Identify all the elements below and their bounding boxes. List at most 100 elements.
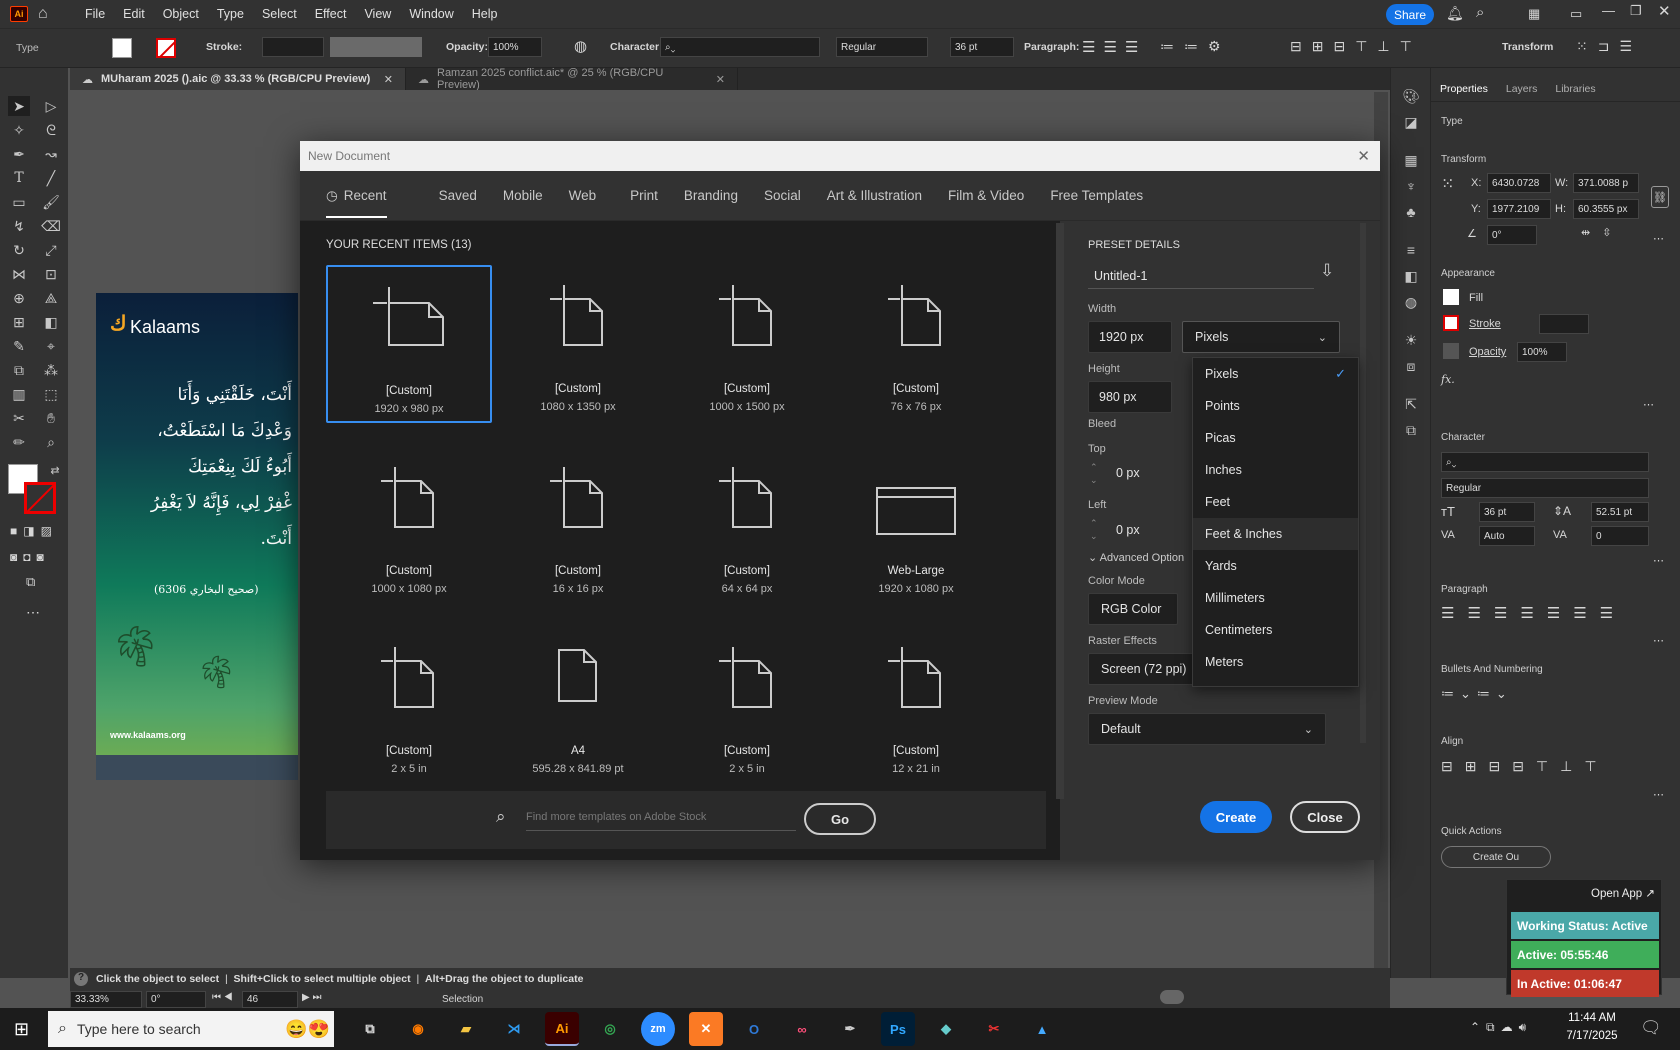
tab-saved[interactable]: Saved [439, 188, 477, 203]
export-icon[interactable]: ⇱ [1400, 394, 1422, 414]
shaper-tool-icon[interactable]: ↯ [8, 216, 30, 236]
paragraph-align-icons[interactable]: ☰☰☰ [1082, 38, 1146, 56]
kerning-field[interactable]: Auto [1479, 526, 1535, 546]
tab-properties[interactable]: Properties [1431, 83, 1497, 95]
zoom-field[interactable]: 33.33% [70, 991, 142, 1008]
chrome-icon[interactable]: ◎ [593, 1012, 627, 1046]
close-tab-icon[interactable]: ✕ [716, 73, 725, 86]
selection-tool-icon[interactable]: ➤ [8, 96, 30, 116]
close-window-icon[interactable]: ✕ [1658, 2, 1671, 20]
recent-item-card[interactable]: [Custom] 12 x 21 in [833, 627, 999, 785]
h-field[interactable]: 60.3555 px [1573, 199, 1639, 219]
graph-tool-icon[interactable]: ▥ [8, 384, 30, 404]
pen-tool-icon[interactable]: ✒ [8, 144, 30, 164]
constrain-link-icon[interactable]: ⛓ [1651, 186, 1669, 208]
document-name-input[interactable]: Untitled-1 [1088, 259, 1314, 289]
swap-colors-icon[interactable]: ⇄ [44, 460, 66, 480]
stroke-panel-icon[interactable]: ≡ [1400, 240, 1422, 260]
task-view-icon[interactable]: ⧉ [353, 1012, 387, 1046]
type-tool-icon[interactable]: T [8, 168, 30, 188]
align-object-icons[interactable]: ⊟⊞⊟⊤⊥⊤ [1290, 38, 1422, 55]
recent-item-card[interactable]: [Custom] 2 x 5 in [664, 627, 830, 785]
pen-app-icon[interactable]: ✒ [833, 1012, 867, 1046]
artboard-tool-icon[interactable]: ⬚ [40, 384, 62, 404]
variable-width-profile[interactable] [330, 37, 422, 57]
w-field[interactable]: 371.0088 p [1573, 173, 1639, 193]
create-button[interactable]: Create [1200, 801, 1272, 833]
advanced-options-toggle[interactable]: ⌄ Advanced Option [1088, 551, 1184, 564]
magic-wand-icon[interactable]: ✧ [8, 120, 30, 140]
zoom-tool-icon[interactable]: ⌕ [40, 432, 62, 452]
photoshop-icon[interactable]: Ps [881, 1012, 915, 1046]
color-mode-dropdown[interactable]: RGB Color [1088, 593, 1178, 625]
opacity-link[interactable]: Opacity [1469, 346, 1506, 358]
menu-edit[interactable]: Edit [114, 7, 154, 21]
home-icon[interactable]: ⌂ [38, 5, 48, 23]
vscode-icon[interactable]: ⋊ [497, 1012, 531, 1046]
unit-option-feet-inches[interactable]: Feet & Inches [1193, 518, 1358, 550]
pencil-tool-icon[interactable]: ✏ [8, 432, 30, 452]
unit-option-inches[interactable]: Inches [1193, 454, 1358, 486]
color-panel-icon[interactable]: 🎨︎ [1400, 86, 1422, 106]
tab-branding[interactable]: Branding [684, 188, 738, 203]
workspace-icon[interactable]: ▦ [1528, 6, 1540, 22]
stroke-weight-field[interactable] [262, 37, 324, 57]
photos-icon[interactable]: ▲ [1025, 1012, 1059, 1046]
x-field[interactable]: 6430.0728 [1487, 173, 1551, 193]
firefox-icon[interactable]: ◉ [401, 1012, 435, 1046]
tracking-field[interactable]: 0 [1591, 526, 1649, 546]
font-family-field[interactable]: ⌕⌄ [1441, 452, 1649, 472]
width-input[interactable]: 1920 px [1088, 321, 1172, 353]
gem-app-icon[interactable]: ◆ [929, 1012, 963, 1046]
bell-icon[interactable]: 🔔︎ [1446, 5, 1464, 22]
swatches-icon[interactable]: ▦ [1400, 150, 1422, 170]
save-preset-icon[interactable]: ⇩ [1320, 261, 1334, 281]
snip-tool-icon[interactable]: ✂ [977, 1012, 1011, 1046]
more-options-icon[interactable]: ⋯ [1653, 788, 1664, 801]
draw-mode-icons[interactable]: ◙◘◙ [10, 550, 50, 564]
doc-tab-muharam[interactable]: ☁ MUharam 2025 ().aic @ 33.33 % (RGB/CPU… [70, 68, 406, 90]
more-options-icon[interactable]: ⋯ [1653, 554, 1664, 567]
recent-item-card[interactable]: [Custom] 1000 x 1080 px [326, 447, 492, 605]
paintbrush-icon[interactable]: 🖌︎ [40, 192, 62, 212]
unit-option-points[interactable]: Points [1193, 390, 1358, 422]
stroke-color-box[interactable] [24, 482, 56, 514]
unit-option-meters[interactable]: Meters [1193, 646, 1358, 678]
doc-tab-ramzan[interactable]: ☁ Ramzan 2025 conflict.aic* @ 25 % (RGB/… [406, 67, 738, 91]
preview-mode-dropdown[interactable]: Default ⌄ [1088, 713, 1326, 745]
y-field[interactable]: 1977.2109 [1487, 199, 1551, 219]
tab-libraries[interactable]: Libraries [1546, 83, 1604, 95]
top-stepper-icon[interactable]: ⌃ ⌄ [1090, 461, 1098, 487]
paragraph-align-icons[interactable]: ☰☰☰☰☰☰☰ [1441, 604, 1626, 622]
stock-search-input[interactable]: Find more templates on Adobe Stock [526, 805, 796, 831]
menu-window[interactable]: Window [400, 7, 462, 21]
more-options-icon[interactable]: ⋯ [1643, 398, 1654, 411]
width-tool-icon[interactable]: ⋈ [8, 264, 30, 284]
minimize-icon[interactable]: — [1602, 3, 1615, 18]
menu-file[interactable]: File [76, 7, 114, 21]
horizontal-scroll-thumb[interactable] [1160, 990, 1184, 1004]
font-style-field[interactable]: Regular [836, 37, 928, 57]
more-options-icon[interactable]: ⋯ [1653, 634, 1664, 647]
gradient-panel-icon[interactable]: ◧ [1400, 266, 1422, 286]
font-style-field[interactable]: Regular [1441, 478, 1649, 498]
left-stepper-icon[interactable]: ⌃ ⌄ [1090, 517, 1098, 543]
illustrator-taskbar-icon[interactable]: Ai [545, 1012, 579, 1046]
appearance-opacity-field[interactable]: 100% [1517, 342, 1567, 362]
align-icons[interactable]: ⊟⊞⊟⊟⊤⊥⊤ [1441, 758, 1609, 775]
height-input[interactable]: 980 px [1088, 381, 1172, 413]
recolor-icon[interactable]: ◍ [574, 37, 587, 55]
system-tray-icons[interactable]: ⌃⧉☁🔊︎ [1470, 1020, 1532, 1035]
menu-object[interactable]: Object [154, 7, 208, 21]
recent-item-card[interactable]: [Custom] 16 x 16 px [495, 447, 661, 605]
leading-field[interactable]: 52.51 pt [1591, 502, 1649, 522]
symbols-icon[interactable]: ♣ [1400, 202, 1422, 222]
curvature-tool-icon[interactable]: ↝ [40, 144, 62, 164]
tab-art-illustration[interactable]: Art & Illustration [827, 188, 922, 203]
close-tab-icon[interactable]: ✕ [384, 73, 393, 86]
share-button[interactable]: Share [1386, 4, 1434, 25]
tab-free-templates[interactable]: Free Templates [1050, 188, 1143, 203]
artboard-prev-icons[interactable]: ⏮ ◀ [212, 992, 233, 1003]
bleed-top-input[interactable]: 0 px [1106, 457, 1172, 489]
menu-effect[interactable]: Effect [306, 7, 356, 21]
